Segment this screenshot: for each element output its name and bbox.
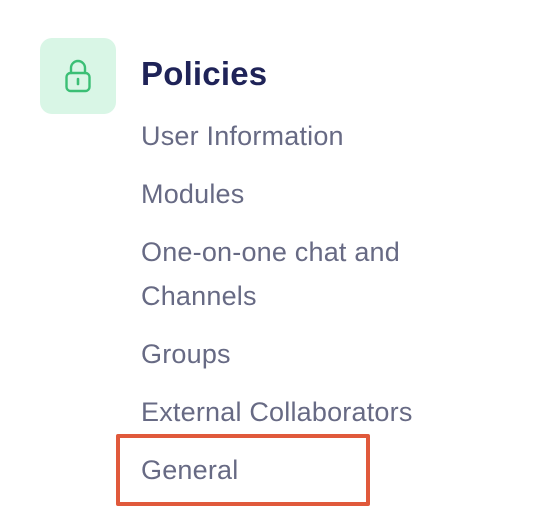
lock-icon xyxy=(63,58,93,94)
menu-item-general[interactable]: General xyxy=(141,448,471,492)
policies-icon-tile xyxy=(40,38,116,114)
section-title: Policies xyxy=(141,55,268,92)
policies-menu: User Information Modules One-on-one chat… xyxy=(141,114,471,506)
menu-item-modules[interactable]: Modules xyxy=(141,172,471,216)
menu-item-groups[interactable]: Groups xyxy=(141,332,471,376)
menu-item-user-information[interactable]: User Information xyxy=(141,114,471,158)
menu-item-chat-and-channels[interactable]: One-on-one chat and Channels xyxy=(141,230,471,318)
policies-section: Policies User Information Modules One-on… xyxy=(0,0,546,532)
menu-item-external-collaborators[interactable]: External Collaborators xyxy=(141,390,471,434)
